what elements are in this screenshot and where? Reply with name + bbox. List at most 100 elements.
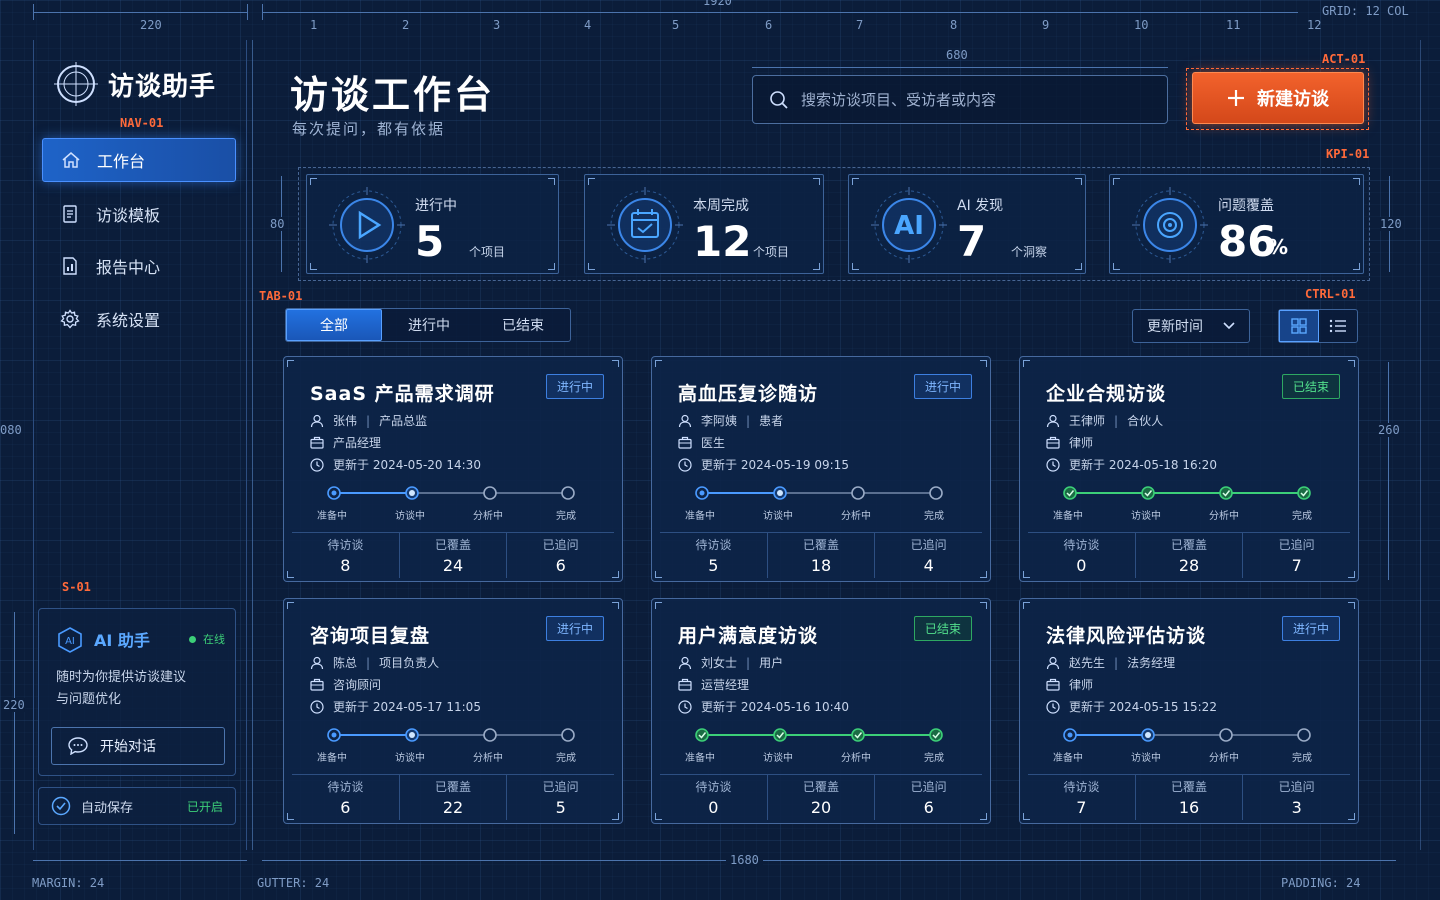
status-badge: 已结束: [1281, 374, 1340, 399]
list-view-button[interactable]: [1319, 310, 1357, 342]
card-stats: 待访谈 6 已覆盖 22 已追问 5: [292, 774, 614, 820]
sidebar-item-home[interactable]: 工作台: [42, 138, 236, 182]
card-updated: 更新于 2024-05-17 11:05: [310, 698, 481, 715]
app-logo[interactable]: 访谈助手: [54, 62, 216, 106]
autosave-toggle[interactable]: 自动保存 已开启: [38, 787, 236, 825]
kpi-label: AI 发现: [957, 198, 1004, 214]
status-badge: 进行中: [1281, 616, 1340, 641]
interviewer-position: 咨询顾问: [333, 678, 382, 692]
stat-label: 已追问: [542, 780, 579, 794]
step-label: 完成: [1292, 753, 1312, 764]
ai-hex-icon: AI: [58, 627, 82, 653]
sort-dropdown[interactable]: 更新时间: [1132, 309, 1250, 343]
card-interviewer: 医生: [678, 434, 725, 451]
assistant-desc-1: 随时为你提供访谈建议: [56, 670, 187, 685]
tab-in-progress[interactable]: 进行中: [382, 309, 476, 341]
step-label: 完成: [556, 753, 576, 764]
interview-card[interactable]: 企业合规访谈 已结束 王律师 | 合伙人 律师 更新于 2024-05-18 16:20 准备…: [1019, 356, 1359, 582]
assistant-title: AI 助手: [94, 631, 150, 650]
step-label: 准备中: [685, 511, 715, 522]
step-label: 完成: [924, 753, 944, 764]
autosave-status: 已开启: [186, 799, 223, 814]
stat-pending: 待访谈 0: [660, 775, 768, 820]
new-interview-button[interactable]: 新建访谈: [1192, 72, 1364, 124]
card-title: 用户满意度访谈: [678, 625, 819, 647]
briefcase-icon: [310, 436, 324, 449]
status-badge: 进行中: [913, 374, 972, 399]
column-number: 2: [402, 18, 410, 32]
stat-value: 4: [923, 556, 934, 575]
card-title: 咨询项目复盘: [310, 625, 431, 647]
step-label: 分析中: [1209, 511, 1239, 522]
stat-covered: 已覆盖 22: [400, 775, 508, 820]
filter-tabs: 全部 进行中 已结束: [285, 308, 571, 342]
grid-view-button[interactable]: [1279, 310, 1319, 342]
card-title: 高血压复诊随访: [678, 383, 819, 405]
stat-value: 6: [923, 798, 934, 817]
stat-label: 已追问: [1278, 538, 1315, 552]
interview-card[interactable]: 法律风险评估访谈 进行中 赵先生 | 法务经理 律师 更新于 2024-05-15 15:2…: [1019, 598, 1359, 824]
card-interviewer: 律师: [1046, 676, 1093, 693]
tab-all[interactable]: 全部: [286, 309, 382, 341]
target-icon: [1132, 187, 1208, 263]
stat-value: 16: [1178, 798, 1200, 817]
status-badge: 进行中: [545, 616, 604, 641]
clock-icon: [678, 699, 692, 714]
interviewer-position: 产品经理: [333, 436, 382, 450]
gutter-label: GUTTER: 24: [257, 876, 330, 890]
card-title: 法律风险评估访谈: [1046, 625, 1207, 647]
width-label: 1920: [703, 0, 732, 8]
card-interviewer: 咨询顾问: [310, 676, 381, 693]
interview-card[interactable]: SaaS 产品需求调研 进行中 张伟 | 产品总监 产品经理 更新于 2024-05-20 …: [283, 356, 623, 582]
app-title: 访谈助手: [108, 71, 217, 102]
stat-label: 已追问: [1278, 780, 1315, 794]
interviewer-position: 律师: [1069, 678, 1094, 692]
stat-label: 已覆盖: [435, 780, 472, 794]
view-toggle: [1278, 309, 1358, 343]
kpi-card: AI AI 发现 7 个洞察: [848, 174, 1086, 274]
kpi-card: 问题覆盖 86%: [1109, 174, 1364, 274]
interviewee-role: 用户: [759, 656, 784, 670]
step-label: 分析中: [841, 511, 871, 522]
sidebar-item-template[interactable]: 访谈模板: [42, 192, 236, 236]
column-number: 7: [856, 18, 864, 32]
step-label: 准备中: [685, 753, 715, 764]
search-box[interactable]: [752, 75, 1168, 124]
stat-label: 待访谈: [695, 538, 732, 552]
card-stats: 待访谈 0 已覆盖 28 已追问 7: [1028, 532, 1350, 578]
interview-card[interactable]: 咨询项目复盘 进行中 陈总 | 项目负责人 咨询顾问 更新于 2024-05-17 11:0…: [283, 598, 623, 824]
stat-value: 7: [1076, 798, 1087, 817]
calendar-check-icon: [607, 187, 683, 263]
interviewee-name: 李阿姨: [701, 414, 738, 428]
clock-icon: [1046, 457, 1060, 472]
tab-finished[interactable]: 已结束: [476, 309, 570, 341]
step-label: 访谈中: [395, 753, 425, 764]
stat-label: 待访谈: [327, 538, 364, 552]
height-label-left: 080: [0, 423, 22, 437]
chevron-down-icon: [1223, 322, 1235, 330]
user-icon: [310, 414, 324, 427]
stat-label: 已覆盖: [803, 538, 840, 552]
card-stats: 待访谈 8 已覆盖 24 已追问 6: [292, 532, 614, 578]
interview-card[interactable]: 用户满意度访谈 已结束 刘女士 | 用户 运营经理 更新于 2024-05-16 10:40…: [651, 598, 991, 824]
svg-text:AI: AI: [894, 211, 924, 241]
sidebar-item-report[interactable]: 报告中心: [42, 244, 236, 288]
step-label: 访谈中: [763, 753, 793, 764]
tag-kpi: KPI-01: [1326, 147, 1370, 161]
step-label: 访谈中: [1131, 753, 1161, 764]
kpi-unit: 个项目: [753, 245, 790, 259]
interviewee-role: 患者: [759, 414, 784, 428]
sidebar-item-label: 系统设置: [96, 311, 161, 330]
sidebar-item-gear[interactable]: 系统设置: [42, 297, 236, 341]
list-icon: [1329, 319, 1346, 333]
page-subtitle: 每次提问，都有依据: [292, 120, 446, 138]
start-chat-button[interactable]: 开始对话: [51, 727, 225, 765]
user-icon: [310, 656, 324, 669]
kpi-card: 本周完成 12 个项目: [584, 174, 824, 274]
updated-time: 更新于 2024-05-18 16:20: [1069, 458, 1217, 472]
card-updated: 更新于 2024-05-15 15:22: [1046, 698, 1217, 715]
interview-card[interactable]: 高血压复诊随访 进行中 李阿姨 | 患者 医生 更新于 2024-05-19 09:15 准备…: [651, 356, 991, 582]
page-title: 访谈工作台: [290, 73, 496, 117]
search-input[interactable]: [801, 90, 1141, 109]
clock-icon: [310, 699, 324, 714]
